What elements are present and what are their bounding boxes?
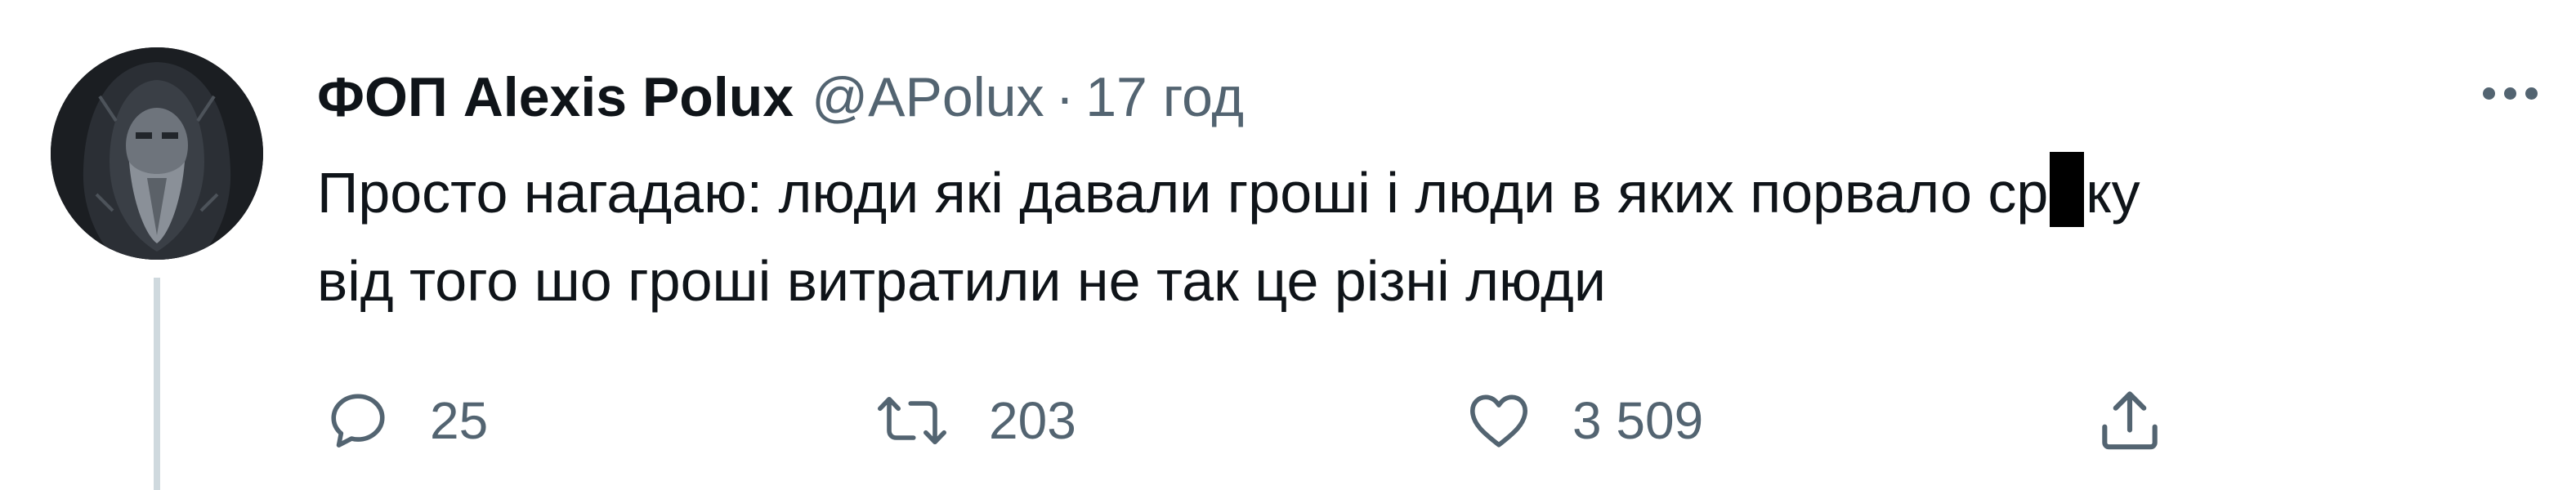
more-icon-dot (2525, 87, 2538, 100)
reply-icon (331, 394, 385, 448)
heart-icon (1470, 394, 1527, 448)
avatar[interactable] (51, 47, 263, 260)
more-icon (2482, 87, 2495, 100)
timestamp[interactable]: 17 год (1085, 60, 1244, 134)
tweet-text-segment: Просто нагадаю: люди які давали гроші і … (317, 161, 2049, 225)
like-count: 3 509 (1572, 391, 1704, 450)
share-icon (2102, 391, 2158, 450)
redaction-block (2050, 152, 2085, 227)
avatar-icon (51, 47, 263, 260)
tweet[interactable]: ФОП Alexis Polux @APolux · 17 год Просто… (0, 0, 2576, 490)
like-button[interactable]: 3 509 (1463, 368, 1703, 474)
separator-dot: · (1055, 66, 1075, 128)
retweet-icon (878, 396, 946, 445)
retweet-count: 203 (989, 391, 1076, 450)
tweet-text-line-2: від того шо гроші витратили не так це рі… (317, 249, 1606, 313)
reply-count: 25 (430, 391, 489, 450)
display-name[interactable]: ФОП Alexis Polux (317, 60, 794, 134)
tweet-text-line-1: Просто нагадаю: люди які давали гроші і … (317, 149, 2556, 237)
more-button[interactable] (2465, 69, 2555, 118)
reply-button[interactable]: 25 (324, 368, 488, 474)
share-button[interactable] (2092, 368, 2167, 474)
action-bar: 25 203 3 509 (0, 368, 2576, 474)
user-handle[interactable]: @APolux (812, 60, 1044, 134)
retweet-button[interactable]: 203 (873, 368, 1076, 474)
tweet-text-segment: ку (2086, 161, 2140, 225)
more-icon-dot (2503, 87, 2516, 100)
tweet-text: Просто нагадаю: люди які давали гроші і … (317, 149, 2556, 325)
tweet-header: ФОП Alexis Polux @APolux · 17 год (317, 60, 1244, 134)
